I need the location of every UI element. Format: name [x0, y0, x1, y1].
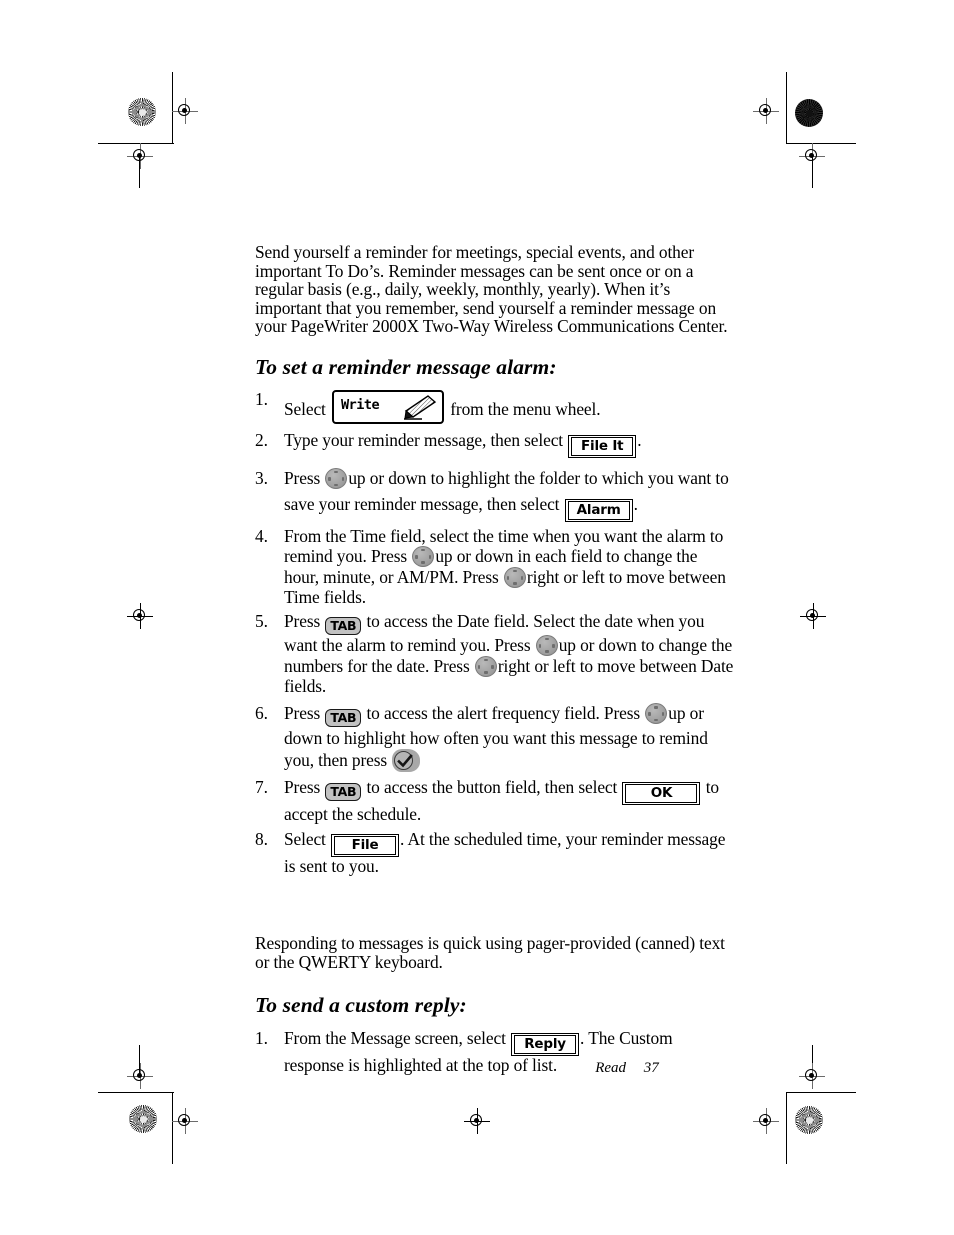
dpad-icon[interactable]	[474, 655, 497, 677]
step-item: 2. Type your reminder message, then sele…	[255, 431, 735, 458]
step-number: 1.	[255, 1028, 268, 1049]
pencil-icon	[402, 395, 438, 422]
dpad-icon[interactable]	[503, 566, 526, 588]
tab-key-icon[interactable]: TAB	[325, 709, 362, 728]
ok-button-label: OK	[625, 784, 698, 804]
step-text: Select	[284, 829, 326, 850]
alarm-button[interactable]: Alarm	[564, 498, 633, 522]
registration-target-top-right-outer	[753, 98, 779, 124]
page-number: 37	[643, 1060, 659, 1076]
ok-button[interactable]: OK	[622, 782, 701, 806]
step-text-b: to access the button field, then select	[366, 777, 618, 798]
reply-button-label: Reply	[514, 1035, 577, 1055]
registration-burst-bottom-right	[795, 1106, 823, 1134]
step-number: 5.	[255, 610, 268, 631]
crop-line-bottom-right-horizontal	[786, 1092, 856, 1093]
section-heading-alarm: To set a reminder message alarm:	[255, 354, 557, 379]
crop-line-top-right-vertical	[786, 72, 787, 144]
step-item: 5. Press TAB to access the Date field. S…	[255, 610, 735, 696]
step-text: Press	[284, 610, 321, 631]
step-item: 3. Press up or down to highlight the fol…	[255, 465, 735, 522]
registration-target-top-left-outer	[172, 98, 198, 124]
step-text: Select	[284, 398, 326, 419]
alarm-steps-list: 1. Select Write from the menu wheel. 2. …	[255, 390, 735, 876]
write-button-label: Write	[341, 396, 380, 413]
registration-target-top-left-inner	[127, 143, 153, 169]
step-number: 8.	[255, 829, 268, 850]
step-item: 4. From the Time field, select the time …	[255, 527, 735, 607]
step-item: 8. Select File . At the scheduled time, …	[255, 830, 735, 876]
step-text: Press	[284, 777, 321, 798]
step-number: 7.	[255, 777, 268, 798]
registration-target-bottom-right-outer	[753, 1108, 779, 1134]
step-number: 6.	[255, 703, 268, 724]
check-key-icon[interactable]	[392, 749, 421, 773]
step-number: 1.	[255, 388, 268, 409]
step-text: Press	[284, 703, 321, 724]
registration-target-mid-left	[127, 603, 153, 629]
step-item: 7. Press TAB to access the button field,…	[255, 778, 735, 824]
crop-line-right-top-tick	[812, 156, 813, 188]
dpad-icon[interactable]	[645, 703, 668, 725]
dpad-icon[interactable]	[325, 467, 348, 489]
alarm-button-label: Alarm	[567, 500, 630, 520]
step-text-tail: from the menu wheel.	[450, 398, 601, 419]
reply-button[interactable]: Reply	[511, 1033, 580, 1057]
registration-burst-top-left	[128, 98, 156, 126]
crop-line-bottom-left-horizontal	[98, 1092, 174, 1093]
section-heading-reply: To send a custom reply:	[255, 993, 467, 1018]
step-text: Type your reminder message, then select	[284, 429, 564, 450]
reply-intro-paragraph: Responding to messages is quick using pa…	[255, 932, 725, 972]
page-footer: Read 37	[0, 1060, 954, 1077]
step-text-mid: up or down to highlight the folder to wh…	[284, 467, 729, 514]
dpad-icon[interactable]	[412, 545, 435, 567]
file-it-button[interactable]: File It	[568, 434, 637, 458]
registration-target-mid-right	[800, 603, 826, 629]
file-it-button-label: File It	[571, 436, 634, 456]
registration-burst-top-right	[795, 99, 823, 127]
step-text-b: to access the alert frequency field. Pre…	[366, 703, 641, 724]
step-text: From the Message screen, select	[284, 1028, 506, 1049]
crop-line-bottom-right-vertical	[786, 1092, 787, 1164]
step-number: 4.	[255, 525, 268, 546]
tab-key-icon[interactable]: TAB	[325, 616, 362, 635]
manual-page: Send yourself a reminder for meetings, s…	[0, 0, 954, 1235]
tab-key-icon[interactable]: TAB	[325, 783, 362, 802]
registration-burst-bottom-left	[129, 1105, 157, 1133]
write-menu-button[interactable]: Write	[332, 389, 445, 424]
step-text-tail: .	[637, 429, 642, 450]
step-item: 6. Press TAB to access the alert frequen…	[255, 702, 735, 773]
crop-line-left-top-tick	[139, 156, 140, 188]
registration-target-bottom-center	[464, 1108, 490, 1134]
dpad-icon[interactable]	[535, 634, 558, 656]
page-content: Send yourself a reminder for meetings, s…	[255, 243, 735, 1075]
footer-section-label: Read	[595, 1060, 627, 1076]
step-number: 2.	[255, 429, 268, 450]
registration-target-bottom-left-outer	[172, 1108, 198, 1134]
file-button-label: File	[334, 836, 397, 856]
step-text-tail: .	[633, 493, 638, 514]
file-button[interactable]: File	[331, 834, 400, 858]
intro-paragraph: Send yourself a reminder for meetings, s…	[255, 242, 728, 337]
step-text: Press	[284, 467, 321, 488]
step-item: 1. Select Write from the menu wheel.	[255, 390, 735, 424]
step-number: 3.	[255, 467, 268, 488]
